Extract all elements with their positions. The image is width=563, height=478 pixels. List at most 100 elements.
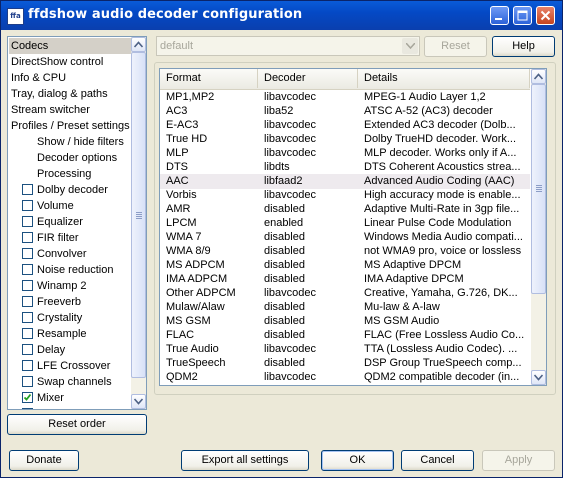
details-cell: FLAC (Free Lossless Audio Co... [364,329,524,341]
details-cell: DTS Coherent Acoustics strea... [364,161,521,173]
column-header-decoder[interactable]: Decoder [258,69,358,88]
format-cell: MP1,MP2 [166,91,215,103]
details-cell: MLP decoder. Works only if A... [364,147,517,159]
format-cell: Other ADPCM [166,287,236,299]
chevron-up-icon [134,41,143,48]
table-row[interactable]: True Audio libavcodec TTA (Lossless Audio … [160,342,530,357]
table-row[interactable]: MP1,MP2 libavcodec MPEG-1 Audio Layer 1,2 [160,90,530,105]
tree-item-label: Volume [37,200,74,212]
codecs-list[interactable]: Format Decoder Details MP1,MP2 libavcodec… [159,68,547,386]
table-row[interactable]: Mulaw/Alaw disabled Mu-law & A-law [160,300,530,315]
filter-checkbox[interactable] [22,264,33,275]
filter-checkbox[interactable] [22,392,33,403]
help-button[interactable]: Help [492,36,555,57]
decoder-cell: libavcodec [264,371,316,383]
minimize-icon [495,18,502,20]
filter-checkbox[interactable] [22,328,33,339]
scroll-up-button[interactable] [131,37,146,52]
tree-item-label: Delay [37,344,66,356]
codecs-list-scrollbar[interactable] [531,69,546,385]
settings-tree-scrollbar[interactable] [131,37,146,409]
filter-checkbox[interactable] [22,200,33,211]
filter-checkbox[interactable] [22,376,33,387]
table-row[interactable]: MS GSM disabled MS GSM Audio [160,314,530,329]
filter-checkbox[interactable] [22,184,33,195]
format-cell: WMA 7 [166,231,202,243]
ok-button[interactable]: OK [321,450,394,471]
scroll-thumb[interactable] [131,52,146,378]
details-cell: MPEG-1 Audio Layer 1,2 [364,91,486,103]
tree-item-label: Noise reduction [37,264,114,276]
table-row[interactable]: WMA 7 disabled Windows Media Audio compati… [160,230,530,245]
filter-checkbox[interactable] [22,216,33,227]
scroll-down-button[interactable] [531,370,546,385]
format-cell: MLP [166,147,189,159]
preset-value: default [160,40,194,52]
table-row[interactable]: MLP libavcodec MLP decoder. Works only if … [160,146,530,161]
table-row[interactable]: True HD libavcodec Dolby TrueHD decoder. W… [160,132,530,147]
settings-tree[interactable]: Codecs DirectShow control Info & CPU Tray, … [7,36,147,410]
table-row[interactable]: AMR disabled Adaptive Multi-Rate in 3gp fi… [160,202,530,217]
tree-item-label: Resample [37,328,87,340]
filter-checkbox[interactable] [22,296,33,307]
format-cell: AC3 [166,105,188,117]
tree-item-label: LFE Crossover [37,360,111,372]
filter-checkbox[interactable] [22,232,33,243]
export-all-settings-button[interactable]: Export all settings [181,450,309,471]
table-row[interactable]: LPCM enabled Linear Pulse Code Modulation [160,216,530,231]
table-row[interactable]: E-AC3 libavcodec Extended AC3 decoder (Dol… [160,118,530,133]
filter-checkbox[interactable] [22,280,33,291]
scroll-down-button[interactable] [131,394,146,409]
table-row[interactable]: TrueSpeech disabled DSP Group TrueSpeech c… [160,356,530,371]
table-row[interactable]: AC3 liba52 ATSC A-52 (AC3) decoder [160,104,530,119]
maximize-button[interactable] [513,6,532,25]
details-cell: Advanced Audio Coding (AAC) [364,175,515,187]
format-cell: E-AC3 [166,119,199,131]
table-row[interactable]: DTS libdts DTS Coherent Acoustics strea... [160,160,530,175]
tree-item-label: Profiles / Preset settings [11,120,130,132]
format-cell: MS ADPCM [166,259,225,271]
format-cell: Mulaw/Alaw [166,301,225,313]
filter-checkbox[interactable] [22,344,33,355]
table-row[interactable]: IMA ADPCM disabled IMA Adaptive DPCM [160,272,530,287]
decoder-cell: disabled [264,231,305,243]
cancel-button[interactable]: Cancel [401,450,474,471]
table-row[interactable]: Other ADPCM libavcodec Creative, Yamaha, G… [160,286,530,301]
preset-combobox[interactable]: default [156,36,420,56]
decoder-cell: libavcodec [264,147,316,159]
donate-button[interactable]: Donate [9,450,79,471]
decoder-cell: libavcodec [264,133,316,145]
maximize-icon [517,10,528,21]
reset-preset-button[interactable]: Reset [424,36,487,57]
tree-item-label: Info & CPU [11,72,67,84]
column-header-details[interactable]: Details [358,69,530,88]
decoder-cell: disabled [264,301,305,313]
table-row[interactable]: FLAC disabled FLAC (Free Lossless Audio Co… [160,328,530,343]
apply-button[interactable]: Apply [482,450,555,471]
table-row[interactable]: WMA 8/9 disabled not WMA9 pro, voice or lo… [160,244,530,259]
column-header-format[interactable]: Format [160,69,258,88]
table-row[interactable]: Vorbis libavcodec High accuracy mode is en… [160,188,530,203]
minimize-button[interactable] [490,6,509,25]
window-title: ffdshow audio decoder configuration [28,7,303,22]
filter-checkbox[interactable] [22,360,33,371]
format-cell: LPCM [166,217,197,229]
format-cell: Vorbis [166,189,197,201]
close-button[interactable] [536,6,555,25]
filter-checkbox[interactable] [22,408,33,409]
chevron-down-icon[interactable] [402,38,418,54]
title-bar[interactable]: ffa ffdshow audio decoder configuration [1,1,562,30]
scroll-thumb[interactable] [531,84,546,294]
filter-checkbox[interactable] [22,248,33,259]
details-cell: Linear Pulse Code Modulation [364,217,512,229]
filter-checkbox[interactable] [22,312,33,323]
decoder-cell: libavcodec [264,287,316,299]
ffdshow-app-icon[interactable]: ffa [7,8,24,25]
table-row[interactable]: MS ADPCM disabled MS Adaptive DPCM [160,258,530,273]
table-row[interactable]: AAC libfaad2 Advanced Audio Coding (AAC) [160,174,530,189]
scroll-up-button[interactable] [531,69,546,84]
reset-order-button[interactable]: Reset order [7,414,147,435]
table-row[interactable]: QDM2 libavcodec QDM2 compatible decoder (i… [160,370,530,385]
tree-item[interactable]: Codecs [9,38,132,54]
decoder-cell: liba52 [264,105,294,117]
